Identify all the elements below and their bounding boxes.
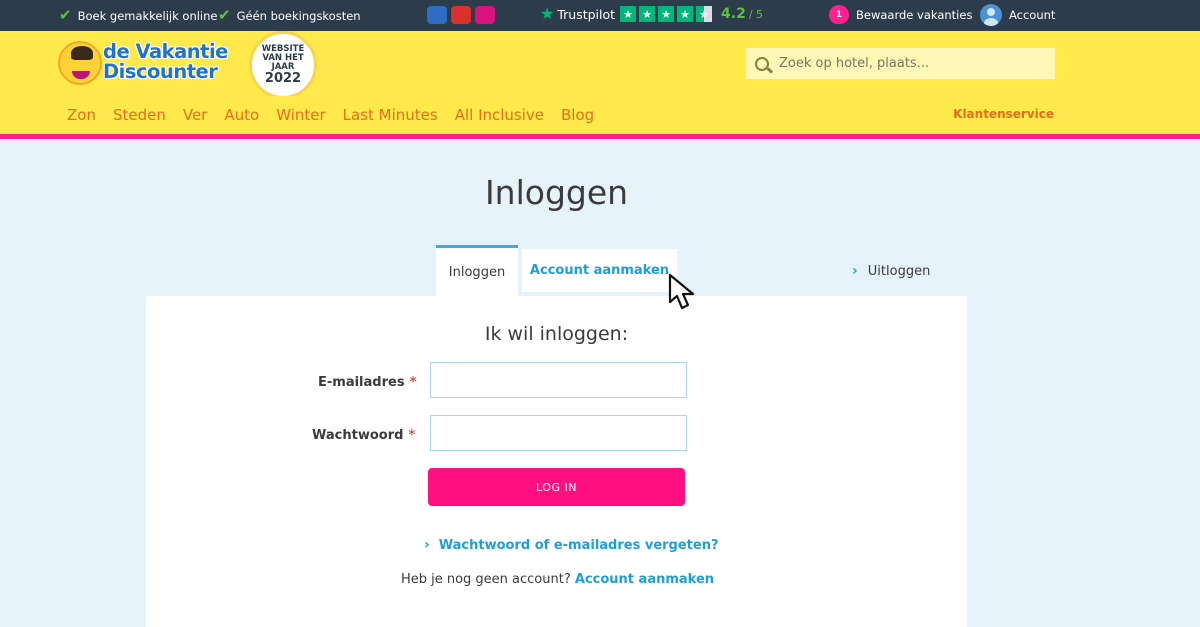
usp-item: ✔ Géén boekingskosten xyxy=(218,8,361,23)
trustpilot-name: Trustpilot xyxy=(557,6,616,22)
password-label-text: Wachtwoord xyxy=(312,428,404,443)
email-field[interactable] xyxy=(430,362,687,398)
chevron-right-icon: › xyxy=(852,263,858,279)
logout-label: Uitloggen xyxy=(867,263,931,279)
logo-line2: Discounter xyxy=(103,60,218,83)
search-icon xyxy=(755,56,769,71)
sgr-badge-icon xyxy=(427,6,447,24)
login-panel: Ik wil inloggen: E-mailadres * Wachtwoord… xyxy=(146,296,967,627)
account-link[interactable]: Account xyxy=(980,4,1055,26)
usp-label: Boek gemakkelijk online xyxy=(77,8,218,23)
rating-star-icon: ★ xyxy=(639,6,656,22)
nav-item-blog[interactable]: Blog xyxy=(561,106,594,124)
logo-line1: de Vakantie xyxy=(103,40,228,63)
forgot-label: Wachtwoord of e-mailadres vergeten? xyxy=(438,537,719,553)
trustpilot-score: 4.2 xyxy=(721,6,746,22)
no-account-text: Heb je nog geen account? xyxy=(400,572,571,587)
no-account-line: Heb je nog geen account? Account aanmake… xyxy=(146,572,969,587)
user-avatar-icon xyxy=(980,4,1002,26)
required-mark: * xyxy=(408,428,416,443)
nav-links: Zon Steden Ver Auto Winter Last Minutes … xyxy=(67,106,594,124)
usp-label: Géén boekingskosten xyxy=(236,8,361,23)
form-heading: Ik wil inloggen: xyxy=(484,323,629,345)
ideal-badge-icon xyxy=(475,6,495,24)
main-nav: Zon Steden Ver Auto Winter Last Minutes … xyxy=(0,96,1200,139)
logout-link[interactable]: › Uitloggen xyxy=(852,263,930,279)
account-label: Account xyxy=(1009,8,1056,22)
award-year: 2022 xyxy=(264,70,302,86)
site-header: de Vakantie Discounter WEBSITE VAN HET J… xyxy=(0,31,1200,99)
page-title: Inloggen xyxy=(484,173,629,212)
anvr-badge-icon xyxy=(451,6,471,24)
rating-star-icon: ★ xyxy=(677,6,694,22)
usp-item: ✔ Boek gemakkelijk online xyxy=(59,8,217,23)
mascot-logo-icon xyxy=(58,41,102,85)
nav-item-all-inclusive[interactable]: All Inclusive xyxy=(455,106,544,124)
nav-item-last-minutes[interactable]: Last Minutes xyxy=(343,106,438,124)
nav-item-ver[interactable]: Ver xyxy=(183,106,208,124)
nav-item-winter[interactable]: Winter xyxy=(276,106,325,124)
rating-star-icon: ★ xyxy=(620,6,637,22)
tab-create-account[interactable]: Account aanmaken xyxy=(522,249,677,292)
tab-login[interactable]: Inloggen xyxy=(436,245,518,296)
password-field[interactable] xyxy=(430,415,687,451)
top-bar: ✔ Boek gemakkelijk online ✔ Géén boeking… xyxy=(0,0,1200,31)
email-label: E-mailadres * xyxy=(318,375,416,390)
search-input[interactable] xyxy=(779,56,1039,71)
login-button[interactable]: LOG IN xyxy=(428,468,685,506)
quality-badges xyxy=(427,6,495,24)
heart-icon: 1 xyxy=(829,5,849,24)
trustpilot-out-of: / 5 xyxy=(748,7,764,21)
chevron-right-icon: › xyxy=(424,537,430,553)
create-account-link[interactable]: Account aanmaken xyxy=(575,572,714,587)
mouse-cursor-icon xyxy=(668,273,695,310)
required-mark: * xyxy=(409,375,417,390)
rating-star-icon: ★ xyxy=(658,6,675,22)
saved-holidays-label: Bewaarde vakanties xyxy=(856,7,973,22)
password-label: Wachtwoord * xyxy=(312,428,415,443)
logo-wordmark: de Vakantie Discounter xyxy=(103,42,228,82)
check-icon: ✔ xyxy=(218,6,231,24)
forgot-credentials-link[interactable]: › Wachtwoord of e-mailadres vergeten? xyxy=(424,537,719,553)
check-icon: ✔ xyxy=(59,6,72,24)
customer-service-link[interactable]: Klantenservice xyxy=(953,107,1054,121)
rating-half-star-icon: ★ xyxy=(696,6,713,22)
saved-holidays-link[interactable]: 1 Bewaarde vakanties xyxy=(829,5,972,24)
search-box[interactable] xyxy=(746,48,1055,79)
website-of-the-year-award: WEBSITE VAN HET JAAR 2022 xyxy=(249,31,317,99)
nav-item-zon[interactable]: Zon xyxy=(67,106,96,124)
nav-item-auto[interactable]: Auto xyxy=(224,106,259,124)
nav-item-steden[interactable]: Steden xyxy=(113,106,166,124)
email-label-text: E-mailadres xyxy=(318,375,405,390)
trustpilot-star-icon: ★ xyxy=(540,4,555,23)
trustpilot-rating[interactable]: ★ Trustpilot ★ ★ ★ ★ ★ 4.2 / 5 xyxy=(540,6,763,22)
